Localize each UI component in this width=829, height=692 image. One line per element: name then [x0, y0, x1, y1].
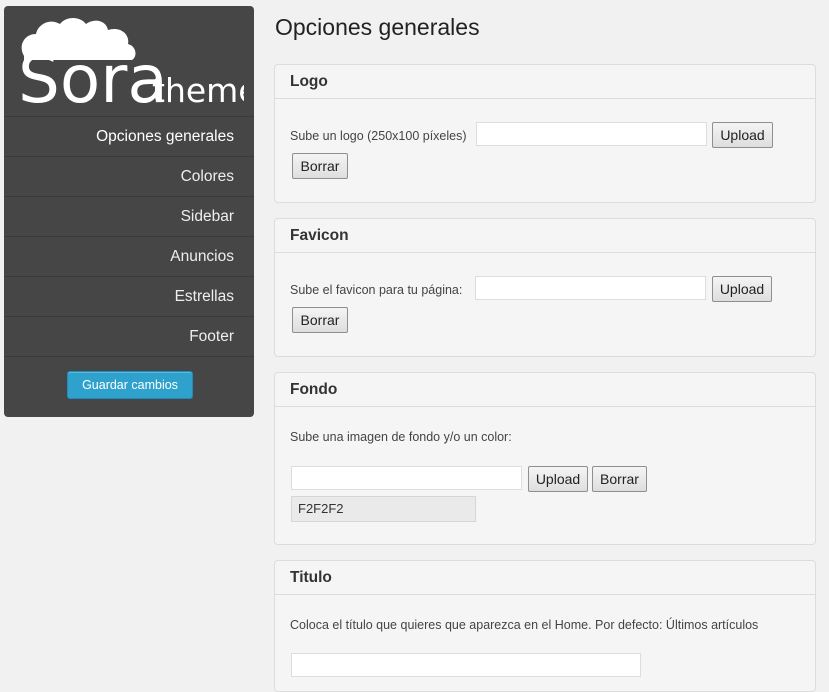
fondo-upload-label: Sube una imagen de fondo y/o un color: — [290, 430, 512, 444]
save-changes-button[interactable]: Guardar cambios — [67, 371, 193, 399]
sidebar-nav: Opciones generales Colores Sidebar Anunc… — [4, 116, 254, 357]
sidebar-item-anuncios[interactable]: Anuncios — [4, 236, 254, 276]
titulo-section-title: Titulo — [275, 561, 815, 595]
favicon-delete-button[interactable]: Borrar — [292, 307, 348, 333]
fondo-url-input[interactable] — [291, 466, 522, 490]
sidebar-item-sidebar[interactable]: Sidebar — [4, 196, 254, 236]
logo-text-main: Sora — [18, 41, 168, 108]
logo-upload-button[interactable]: Upload — [712, 122, 773, 148]
sidebar-item-colores[interactable]: Colores — [4, 156, 254, 196]
logo-upload-label: Sube un logo (250x100 píxeles) — [290, 129, 467, 143]
sidebar: Sora theme Opciones generales Colores Si… — [4, 6, 254, 417]
logo-url-input[interactable] — [476, 122, 707, 146]
sidebar-item-estrellas[interactable]: Estrellas — [4, 276, 254, 316]
favicon-section: Favicon Sube el favicon para tu página: … — [274, 218, 816, 357]
fondo-section-title: Fondo — [275, 373, 815, 407]
logo-section-title: Logo — [275, 65, 815, 99]
favicon-section-title: Favicon — [275, 219, 815, 253]
sora-theme-logo: Sora theme — [18, 18, 244, 108]
logo-section: Logo Sube un logo (250x100 píxeles) Uplo… — [274, 64, 816, 203]
fondo-delete-button[interactable]: Borrar — [592, 466, 647, 492]
titulo-input[interactable] — [291, 653, 641, 677]
fondo-section: Fondo Sube una imagen de fondo y/o un co… — [274, 372, 816, 545]
sidebar-item-footer[interactable]: Footer — [4, 316, 254, 357]
sidebar-item-opciones-generales[interactable]: Opciones generales — [4, 116, 254, 156]
favicon-url-input[interactable] — [475, 276, 706, 300]
favicon-upload-label: Sube el favicon para tu página: — [290, 283, 463, 297]
titulo-label: Coloca el título que quieres que aparezc… — [290, 618, 759, 632]
fondo-color-field[interactable]: F2F2F2 — [291, 496, 476, 522]
favicon-upload-button[interactable]: Upload — [712, 276, 772, 302]
fondo-upload-button[interactable]: Upload — [528, 466, 588, 492]
logo-delete-button[interactable]: Borrar — [292, 153, 348, 179]
logo-text-sub: theme — [152, 71, 244, 108]
page-title: Opciones generales — [275, 14, 480, 40]
titulo-section: Titulo Coloca el título que quieres que … — [274, 560, 816, 692]
